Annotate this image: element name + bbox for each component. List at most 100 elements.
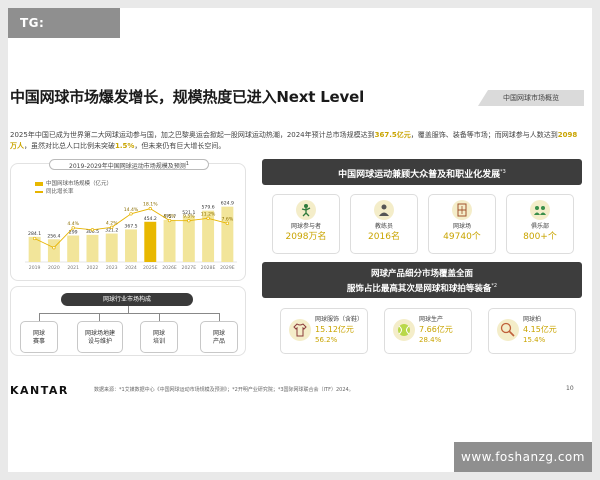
structure-item-products: 网球 产品 [200,321,238,353]
x-tick-label: 2021 [67,265,79,271]
chart-bar [125,229,137,262]
bar-value-label: 579.6 [202,205,215,211]
stat-value: 49740个 [443,232,481,242]
chart-bar [182,215,195,262]
segment-label: 网球生产 [419,316,444,323]
segments-sup: *2 [491,283,498,289]
segment-share: 15.4% [523,336,546,344]
stat-value: 2098万名 [285,232,327,242]
growth-point [167,218,172,223]
intro-highlight-market: 367.5亿元 [374,131,411,139]
x-tick-label: 2026E [162,265,177,271]
bar-value-label: 284.1 [28,231,41,237]
stat-value: 2016名 [368,232,400,242]
growth-value-label: 9.5% [183,214,195,220]
structure-title: 网球行业市场构成 [61,293,193,306]
popularity-banner: 中国网球运动兼顾大众普及和职业化发展*3 [262,159,582,185]
growth-point [129,212,133,216]
bar-value-label: 454.2 [144,216,157,222]
x-tick-label: 2025E [143,265,158,271]
page-number: 10 [566,385,574,392]
growth-value-label: 4.4% [67,221,79,227]
intro-highlight-ratio: 1.5% [115,142,135,150]
segment-text: 网球服饰（含鞋） 15.12亿元 56.2% [315,315,363,345]
growth-value-label: 18.1% [143,202,158,208]
chart-bar [86,234,99,262]
structure-connector-4 [219,313,220,321]
growth-point [187,219,191,223]
bar-value-label: 367.5 [124,223,137,229]
x-tick-label: 2029E [220,265,235,271]
segments-title-line1: 网球产品细分市场覆盖全面 [370,269,473,279]
growth-point [206,216,210,220]
segment-value: 15.12亿元 [315,325,354,334]
legend-item-line: 同比增长率 [35,188,112,196]
legend-label-line: 同比增长率 [46,189,74,195]
bar-value-label: 624.9 [221,201,234,207]
chart-bar [47,239,60,262]
growth-point [148,207,152,211]
industry-structure: 网球行业市场构成 网球 赛事 网球场地建 设与维护 网球 培训 网球 产品 [10,286,246,356]
segment-text: 网球生产 7.66亿元 28.4% [419,315,453,345]
popularity-title: 中国网球运动兼顾大众普及和职业化发展 [338,170,501,180]
chart-legend: 中国网球市场规模（亿元） 同比增长率 [35,180,112,196]
chart-bar [67,235,80,262]
structure-connector-v [128,306,129,313]
growth-point [71,226,75,230]
growth-value-label: 11.2% [201,211,216,217]
legend-swatch-line [35,190,43,193]
intro-text-1: 2025年中国已成为世界第二大网球运动参与国，加之巴黎奥运会掀起一股网球运动热潮… [10,131,375,139]
growth-value-label: 14.4% [124,207,139,213]
growth-point [52,246,56,250]
segment-share: 56.2% [315,336,338,344]
chart-bar [105,233,118,262]
structure-connector-2 [99,313,100,321]
stat-card-courts: 网球场 49740个 [428,194,496,254]
segments-title-line2: 服饰占比最高其次是网球和球拍等装备 [346,283,492,294]
watermark-bottom: www.foshanzg.com [454,442,592,472]
stat-card-coaches: 教练员 2016名 [350,194,418,254]
section-tag: 中国网球市场概览 [478,90,584,106]
stat-label: 教练员 [374,223,393,230]
x-tick-label: 2028E [201,265,216,271]
segment-label: 网球服饰（含鞋） [315,316,364,323]
segment-card-apparel: 网球服饰（含鞋） 15.12亿元 56.2% [280,308,368,354]
segment-text: 网球拍 4.15亿元 15.4% [523,315,557,345]
structure-item-events: 网球 赛事 [20,321,58,353]
intro-text-3: ，虽然对比总人口比例未突破 [24,142,115,150]
structure-item-training: 网球 培训 [140,321,178,353]
x-tick-label: 2020 [48,265,60,271]
bar-value-label: 256.4 [47,233,60,239]
x-tick-label: 2019 [29,265,41,271]
club-icon [530,200,550,220]
growth-point [225,221,230,226]
growth-value-label: 4.2% [106,220,118,226]
stat-value: 800+个 [523,232,557,242]
intro-text-4: ，但未来仍有巨大增长空间。 [134,142,226,150]
chart-title-sup: 1 [185,161,189,167]
stat-label: 俱乐部 [530,223,549,230]
tennis-ball-icon [393,319,415,341]
chart-bar [221,206,234,262]
stat-card-clubs: 俱乐部 800+个 [506,194,574,254]
page-title: 中国网球市场爆发增长，规模热度已进入Next Level [10,88,365,106]
intro-text-2: ，覆盖服饰、装备等市场；而网球参与人数达到 [410,131,558,139]
chart-bar [163,219,176,262]
segment-share: 28.4% [419,336,442,344]
tennis-racket-icon [497,319,519,341]
legend-item-bar: 中国网球市场规模（亿元） [35,180,112,188]
growth-point [90,228,95,232]
growth-point [32,236,37,241]
kantar-logo: KANTAR [10,384,69,397]
legend-swatch-bar [35,181,43,186]
x-tick-label: 2023 [106,265,118,271]
chart-title: 2019-2029年中国网球运动市场规模及预测1 [49,159,209,170]
source-note: 数据来源：*1艾媒数据中心《中国网球运动市场规模及预测》；*2开明产业研究院；*… [94,387,354,393]
x-tick-label: 2024 [125,265,137,271]
growth-value-label: 7.6% [222,216,234,222]
growth-value-label: 9.6% [164,214,176,220]
legend-label-bar: 中国网球市场规模（亿元） [46,181,113,187]
x-tick-label: 2027E [182,265,197,271]
segment-label: 网球拍 [523,316,542,323]
coach-icon [374,200,394,220]
